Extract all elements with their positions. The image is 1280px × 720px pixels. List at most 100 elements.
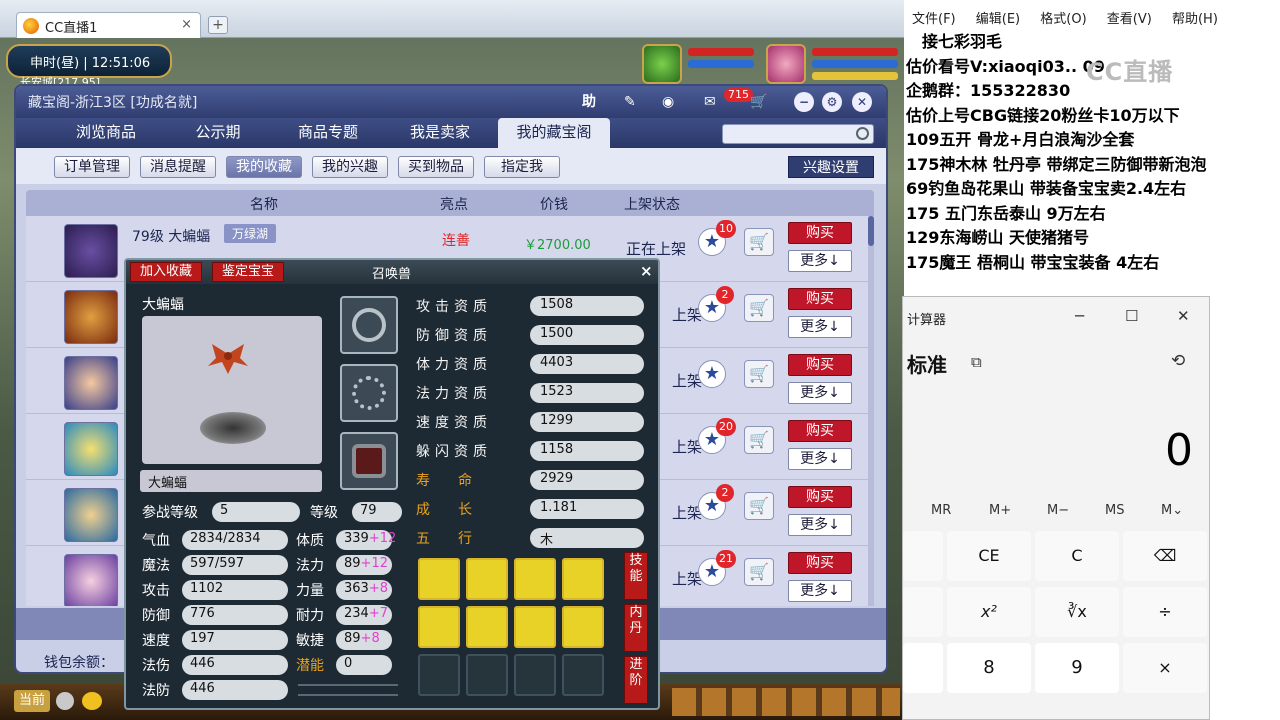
- key-blank[interactable]: [903, 587, 943, 637]
- history-icon[interactable]: ⟲: [1171, 351, 1185, 371]
- skill-icon[interactable]: [418, 606, 460, 648]
- menu-file[interactable]: 文件(F): [912, 12, 956, 27]
- add-to-cart-icon[interactable]: 🛒: [744, 294, 774, 322]
- help-button[interactable]: 助: [582, 92, 596, 112]
- buy-button[interactable]: 购买: [788, 552, 852, 574]
- buy-button[interactable]: 购买: [788, 288, 852, 310]
- more-button[interactable]: 更多↓: [788, 514, 852, 536]
- skill-icon[interactable]: [514, 558, 556, 600]
- subtab-orders[interactable]: 订单管理: [54, 156, 130, 178]
- menu-help[interactable]: 帮助(H): [1172, 12, 1218, 27]
- list-scrollbar[interactable]: [868, 216, 874, 606]
- minimize-icon[interactable]: −: [794, 92, 814, 112]
- skill-icon[interactable]: [466, 558, 508, 600]
- memory-list-button[interactable]: M⌄: [1161, 503, 1183, 518]
- add-to-cart-icon[interactable]: 🛒: [744, 360, 774, 388]
- tab-close-icon[interactable]: ×: [181, 17, 192, 32]
- player-avatar[interactable]: [766, 44, 806, 84]
- equip-slot-armor[interactable]: [340, 432, 398, 490]
- cart-icon[interactable]: 🛒: [750, 92, 767, 112]
- skill-icon[interactable]: [514, 606, 556, 648]
- key-divide[interactable]: ÷: [1123, 587, 1207, 637]
- gear-icon[interactable]: ⚙: [822, 92, 842, 112]
- tab-topics[interactable]: 商品专题: [278, 118, 378, 148]
- buy-button[interactable]: 购买: [788, 354, 852, 376]
- skills-side-button[interactable]: 技能: [624, 552, 648, 600]
- memory-add-button[interactable]: M+: [989, 503, 1011, 518]
- more-button[interactable]: 更多↓: [788, 580, 852, 602]
- skill-icon[interactable]: [562, 606, 604, 648]
- key-square[interactable]: x²: [947, 587, 1031, 637]
- subtab-messages[interactable]: 消息提醒: [140, 156, 216, 178]
- buy-button[interactable]: 购买: [788, 222, 852, 244]
- microphone-icon[interactable]: [56, 692, 74, 710]
- more-button[interactable]: 更多↓: [788, 250, 852, 272]
- more-button[interactable]: 更多↓: [788, 448, 852, 470]
- pet-thumbnail[interactable]: [64, 554, 118, 606]
- appraise-pet-button[interactable]: 鉴定宝宝: [212, 262, 284, 282]
- key-multiply[interactable]: ×: [1123, 643, 1207, 693]
- subtab-purchased[interactable]: 买到物品: [398, 156, 474, 178]
- advance-side-button[interactable]: 进阶: [624, 656, 648, 704]
- key-blank[interactable]: [903, 531, 943, 581]
- key-root[interactable]: ∛x: [1035, 587, 1119, 637]
- keep-on-top-icon[interactable]: ⧉: [971, 353, 982, 371]
- skill-icon[interactable]: [562, 558, 604, 600]
- close-icon[interactable]: ✕: [852, 92, 872, 112]
- key-clear-entry[interactable]: CE: [947, 531, 1031, 581]
- tab-browse[interactable]: 浏览商品: [56, 118, 156, 148]
- message-icon[interactable]: ✉: [704, 92, 716, 112]
- pen-icon[interactable]: ✎: [624, 92, 636, 112]
- pet-avatar[interactable]: [642, 44, 682, 84]
- close-icon[interactable]: ✕: [1177, 307, 1190, 325]
- quick-items-bar[interactable]: [672, 688, 900, 716]
- pet-name-field[interactable]: 大蝙蝠: [140, 470, 322, 492]
- subtab-designated[interactable]: 指定我: [484, 156, 560, 178]
- settings-circle-icon[interactable]: ◉: [662, 92, 674, 112]
- tab-public[interactable]: 公示期: [168, 118, 268, 148]
- new-tab-button[interactable]: +: [208, 16, 228, 34]
- key-9[interactable]: 9: [1035, 643, 1119, 693]
- add-to-cart-icon[interactable]: 🛒: [744, 558, 774, 586]
- subtab-interests[interactable]: 我的兴趣: [312, 156, 388, 178]
- menu-view[interactable]: 查看(V): [1107, 12, 1152, 27]
- pet-thumbnail[interactable]: [64, 356, 118, 410]
- search-icon[interactable]: [856, 127, 869, 140]
- tab-seller[interactable]: 我是卖家: [390, 118, 490, 148]
- add-favorite-button[interactable]: 加入收藏: [130, 262, 202, 282]
- pet-thumbnail[interactable]: [64, 224, 118, 278]
- menu-edit[interactable]: 编辑(E): [976, 12, 1020, 27]
- inner-core-side-button[interactable]: 内丹: [624, 604, 648, 652]
- memory-subtract-button[interactable]: M−: [1047, 503, 1069, 518]
- tab-my-store[interactable]: 我的藏宝阁: [498, 118, 610, 148]
- search-input[interactable]: [722, 124, 874, 144]
- favorite-star-icon[interactable]: ★: [698, 360, 726, 388]
- popup-close-icon[interactable]: ×: [640, 262, 653, 280]
- add-to-cart-icon[interactable]: 🛒: [744, 492, 774, 520]
- interest-settings-button[interactable]: 兴趣设置: [788, 156, 874, 178]
- buy-button[interactable]: 购买: [788, 486, 852, 508]
- maximize-icon[interactable]: ☐: [1125, 307, 1138, 325]
- equip-slot-chain[interactable]: [340, 364, 398, 422]
- add-to-cart-icon[interactable]: 🛒: [744, 426, 774, 454]
- menu-format[interactable]: 格式(O): [1040, 12, 1086, 27]
- memory-recall-button[interactable]: MR: [931, 503, 951, 518]
- pet-thumbnail[interactable]: [64, 488, 118, 542]
- equip-slot-collar[interactable]: [340, 296, 398, 354]
- key-blank[interactable]: [903, 643, 943, 693]
- add-to-cart-icon[interactable]: 🛒: [744, 228, 774, 256]
- more-button[interactable]: 更多↓: [788, 382, 852, 404]
- buy-button[interactable]: 购买: [788, 420, 852, 442]
- skill-icon[interactable]: [418, 558, 460, 600]
- more-button[interactable]: 更多↓: [788, 316, 852, 338]
- minimize-icon[interactable]: ─: [1075, 307, 1084, 325]
- subtab-favorites[interactable]: 我的收藏: [226, 156, 302, 178]
- key-8[interactable]: 8: [947, 643, 1031, 693]
- memory-store-button[interactable]: MS: [1105, 503, 1124, 518]
- browser-tab[interactable]: CC直播1 ×: [16, 12, 201, 38]
- key-clear[interactable]: C: [1035, 531, 1119, 581]
- emoji-icon[interactable]: [82, 692, 102, 710]
- key-backspace[interactable]: ⌫: [1123, 531, 1207, 581]
- skill-icon[interactable]: [466, 606, 508, 648]
- scrollbar-thumb[interactable]: [868, 216, 874, 246]
